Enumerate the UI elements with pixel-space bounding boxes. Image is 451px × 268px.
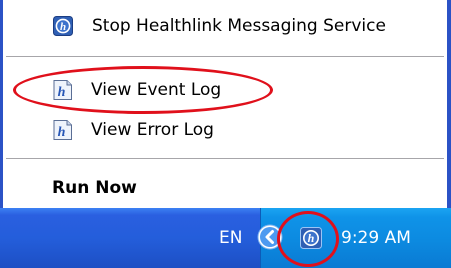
language-indicator[interactable]: EN — [219, 228, 242, 248]
menu-item-run-now[interactable]: Run Now — [3, 171, 447, 205]
menu-item-label: View Event Log — [91, 80, 222, 100]
menu-border-right — [447, 0, 451, 208]
tray-context-menu: h Stop Healthlink Messaging Service h Vi… — [0, 0, 451, 208]
healthlink-icon: h — [53, 16, 73, 36]
menu-item-view-error-log[interactable]: h View Error Log — [3, 113, 447, 147]
menu-item-view-event-log[interactable]: h View Event Log — [3, 73, 447, 107]
svg-text:h: h — [58, 85, 66, 100]
svg-text:h: h — [60, 21, 66, 33]
taskbar-clock[interactable]: 9:29 AM — [341, 228, 411, 248]
svg-text:h: h — [58, 125, 66, 140]
menu-item-label: View Error Log — [91, 120, 214, 140]
log-document-icon: h — [53, 80, 72, 100]
menu-item-stop-service[interactable]: h Stop Healthlink Messaging Service — [3, 9, 447, 43]
menu-separator — [6, 158, 444, 159]
healthlink-icon[interactable]: h — [300, 227, 322, 249]
log-document-icon: h — [53, 120, 72, 140]
svg-text:h: h — [308, 231, 315, 245]
menu-item-label: Run Now — [52, 178, 137, 198]
chevron-left-icon[interactable] — [257, 224, 283, 250]
menu-item-label: Stop Healthlink Messaging Service — [92, 16, 386, 36]
menu-separator — [6, 56, 444, 57]
